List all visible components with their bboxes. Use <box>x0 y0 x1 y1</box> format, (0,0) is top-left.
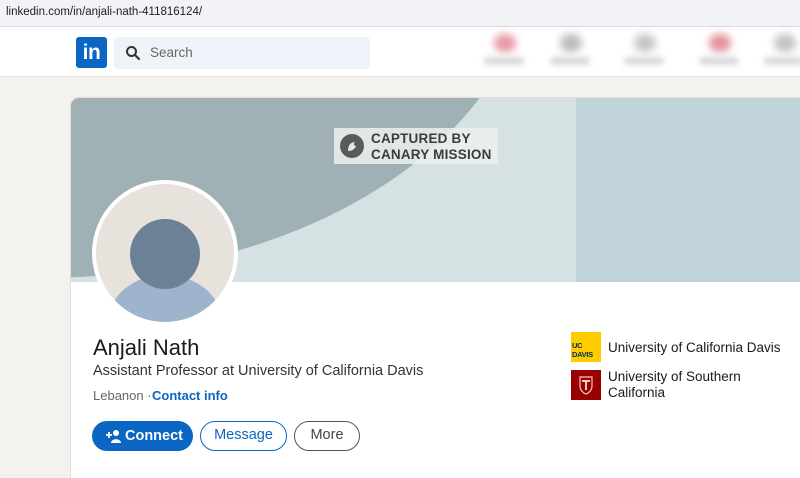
search-icon <box>126 46 141 61</box>
connect-label: Connect <box>125 428 183 444</box>
education-name-line2: California <box>608 385 666 400</box>
url-text[interactable]: linkedin.com/in/anjali-nath-411816124/ <box>6 6 202 18</box>
watermark-line1: CAPTURED BY <box>371 131 471 146</box>
profile-headline: Assistant Professor at University of Cal… <box>93 363 424 379</box>
education-name: University of Southern California <box>608 369 800 401</box>
education-name: University of California Davis <box>608 340 781 355</box>
nav-item-blurred[interactable] <box>622 31 666 73</box>
nav-item-blurred[interactable] <box>762 31 800 73</box>
ucdavis-logo-text: UC DAVIS <box>572 341 593 359</box>
bird-icon <box>340 134 364 158</box>
nav-item-blurred[interactable] <box>697 31 741 73</box>
watermark-stamp: CAPTURED BY CANARY MISSION <box>334 128 498 164</box>
nav-item-blurred[interactable] <box>548 31 592 73</box>
location-text: Lebanon <box>93 388 144 403</box>
linkedin-top-nav: in Search <box>0 27 800 77</box>
avatar[interactable] <box>92 180 238 326</box>
profile-name: Anjali Nath <box>93 335 200 360</box>
profile-card: CAPTURED BY CANARY MISSION Anjali Nath A… <box>71 98 800 478</box>
more-button[interactable]: More <box>294 421 360 451</box>
nav-item-blurred[interactable] <box>482 31 526 73</box>
education-name-line1: University of Southern <box>608 369 741 384</box>
separator-dot: · <box>147 388 152 403</box>
avatar-placeholder-icon <box>96 184 234 322</box>
usc-seal-logo <box>571 370 601 400</box>
watermark-line2: CANARY MISSION <box>371 147 492 162</box>
profile-location: Lebanon · <box>93 388 152 403</box>
add-person-icon <box>106 430 121 443</box>
search-box[interactable]: Search <box>114 37 370 69</box>
contact-info-link[interactable]: Contact info <box>152 388 228 403</box>
browser-address-bar[interactable]: linkedin.com/in/anjali-nath-411816124/ <box>0 0 800 27</box>
ucdavis-logo: UC DAVIS <box>571 332 601 362</box>
connect-button[interactable]: Connect <box>92 421 193 451</box>
search-input[interactable]: Search <box>150 45 193 60</box>
message-button[interactable]: Message <box>200 421 287 451</box>
linkedin-logo[interactable]: in <box>76 37 107 68</box>
